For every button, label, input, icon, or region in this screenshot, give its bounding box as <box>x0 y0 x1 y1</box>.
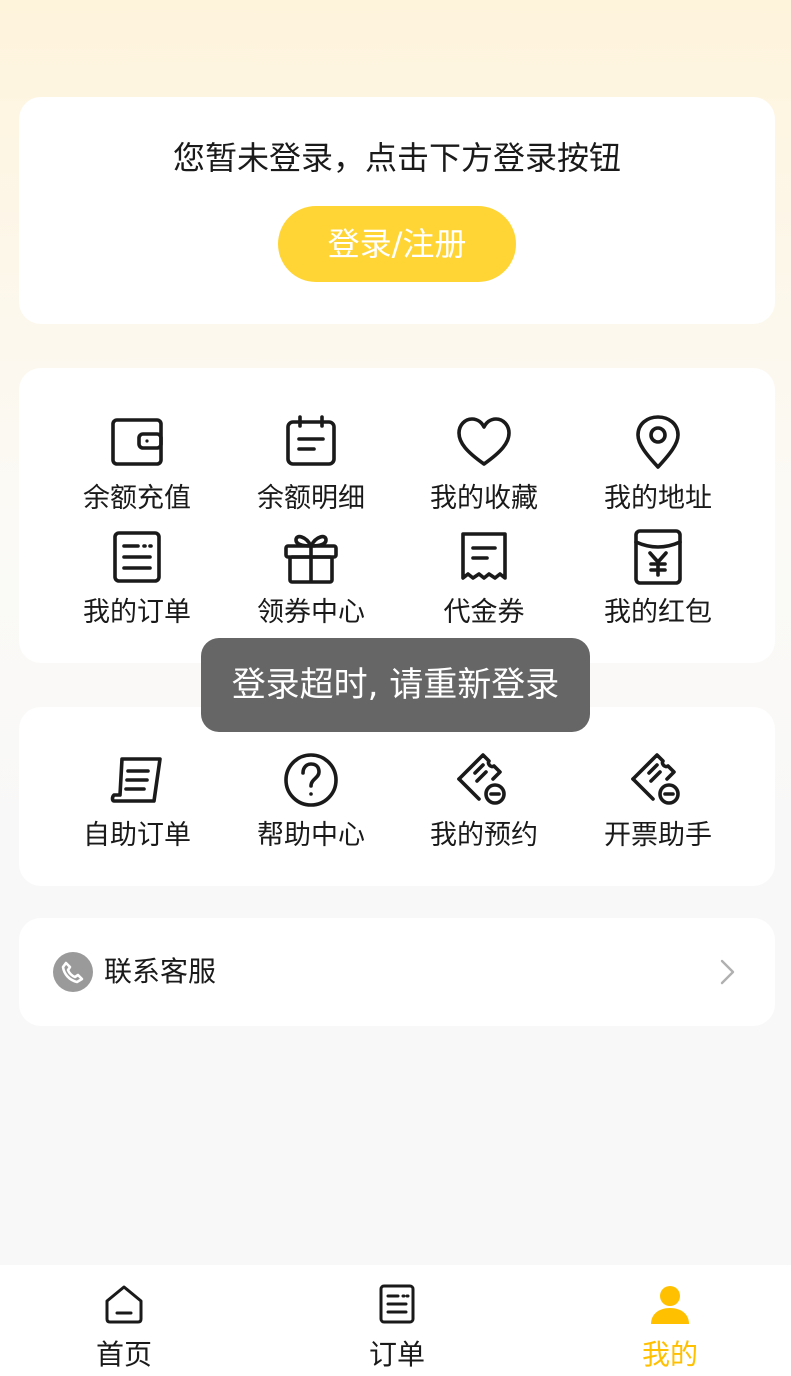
calendar-list-icon <box>286 415 336 466</box>
question-circle-icon <box>284 753 338 807</box>
order-list-icon <box>113 531 161 583</box>
heart-icon <box>457 417 511 466</box>
contact-service-label: 联系客服 <box>104 955 217 988</box>
voucher-label: 代金券 <box>443 597 525 628</box>
tab-orders-label: 订单 <box>368 1338 425 1371</box>
voucher-item[interactable]: 代金券 <box>397 528 571 629</box>
bottom-tab-bar: 首页 订单 我的 <box>0 1265 791 1376</box>
self-order-item[interactable]: 自助订单 <box>50 751 224 852</box>
help-center-label: 帮助中心 <box>257 820 365 851</box>
coupon-center-label: 领券中心 <box>257 597 365 628</box>
red-envelope-label: 我的红包 <box>604 597 712 628</box>
favorites-item[interactable]: 我的收藏 <box>397 414 571 515</box>
invoice-assistant-label: 开票助手 <box>604 820 712 851</box>
phone-icon <box>53 952 93 992</box>
recharge-label: 余额充值 <box>83 483 191 514</box>
my-booking-label: 我的预约 <box>430 820 538 851</box>
coupon-center-item[interactable]: 领券中心 <box>224 528 398 629</box>
chevron-right-icon <box>720 959 735 985</box>
tab-orders[interactable]: 订单 <box>327 1283 467 1373</box>
order-icon <box>379 1284 415 1324</box>
login-card: 您暂未登录，点击下方登录按钮 登录/注册 <box>19 97 775 324</box>
receipt-icon <box>461 532 507 580</box>
red-envelope-icon <box>634 529 682 585</box>
tools-card: 自助订单 帮助中心 我的预约 开票助手 <box>19 707 775 886</box>
gift-icon <box>284 534 338 584</box>
tab-home[interactable]: 首页 <box>54 1283 194 1373</box>
balance-detail-item[interactable]: 余额明细 <box>224 414 398 515</box>
invoice-ticket-icon <box>631 753 680 805</box>
session-timeout-toast: 登录超时, 请重新登录 <box>201 638 590 732</box>
login-hint: 您暂未登录，点击下方登录按钮 <box>172 139 621 177</box>
home-icon <box>105 1285 143 1324</box>
self-order-label: 自助订单 <box>83 820 191 851</box>
address-label: 我的地址 <box>604 483 712 514</box>
wallet-icon <box>111 418 163 466</box>
contact-service-row[interactable]: 联系客服 <box>19 918 775 1026</box>
tab-mine-label: 我的 <box>641 1338 698 1371</box>
user-icon <box>651 1286 689 1324</box>
login-register-button[interactable]: 登录/注册 <box>278 206 516 282</box>
balance-detail-label: 余额明细 <box>257 483 365 514</box>
recharge-item[interactable]: 余额充值 <box>50 414 224 515</box>
favorites-label: 我的收藏 <box>430 483 538 514</box>
my-orders-label: 我的订单 <box>83 597 191 628</box>
red-envelope-item[interactable]: 我的红包 <box>571 528 745 629</box>
services-card: 余额充值 余额明细 我的收藏 我的地址 我的订单 领券中心 代金券 我的红包 <box>19 368 775 663</box>
address-item[interactable]: 我的地址 <box>571 414 745 515</box>
invoice-assistant-item[interactable]: 开票助手 <box>571 751 745 852</box>
scroll-icon <box>110 757 162 803</box>
location-pin-icon <box>636 415 680 469</box>
help-center-item[interactable]: 帮助中心 <box>224 751 398 852</box>
my-orders-item[interactable]: 我的订单 <box>50 528 224 629</box>
my-booking-item[interactable]: 我的预约 <box>397 751 571 852</box>
tab-home-label: 首页 <box>95 1338 152 1371</box>
ticket-icon <box>457 753 506 805</box>
tab-mine[interactable]: 我的 <box>600 1283 740 1373</box>
